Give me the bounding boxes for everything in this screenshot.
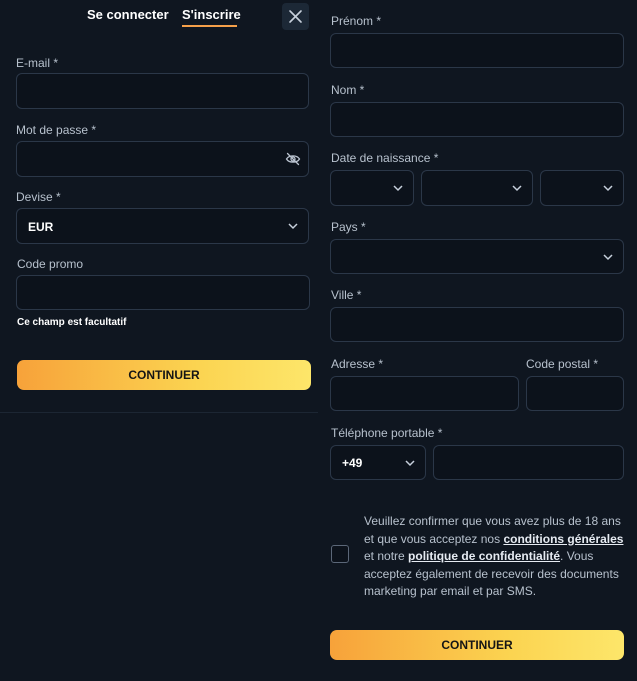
chevron-down-icon: [603, 185, 613, 192]
email-label: E-mail *: [16, 56, 59, 70]
country-select[interactable]: [330, 239, 624, 274]
lastname-label: Nom *: [331, 83, 365, 97]
lastname-field[interactable]: [330, 102, 624, 137]
password-field[interactable]: [16, 141, 309, 177]
birth-year-select[interactable]: [540, 170, 624, 206]
chevron-down-icon: [603, 254, 613, 261]
chevron-down-icon: [288, 223, 298, 230]
phone-label: Téléphone portable *: [331, 426, 443, 440]
continue-button-signup[interactable]: CONTINUER: [330, 630, 624, 660]
phone-prefix-value: +49: [342, 456, 363, 470]
birth-month-select[interactable]: [421, 170, 533, 206]
tab-login[interactable]: Se connecter: [87, 7, 169, 22]
terms-link[interactable]: conditions générales: [503, 532, 623, 546]
firstname-field[interactable]: [330, 33, 624, 68]
chevron-down-icon: [405, 460, 415, 467]
privacy-policy-link[interactable]: politique de confidentialité: [408, 549, 560, 563]
phone-number-field[interactable]: [433, 445, 624, 480]
phone-prefix-select[interactable]: +49: [330, 445, 426, 480]
postal-code-field[interactable]: [526, 376, 624, 411]
city-label: Ville *: [331, 288, 362, 302]
auth-tabs: Se connecter S'inscrire: [0, 0, 318, 40]
tab-signup[interactable]: S'inscrire: [182, 7, 241, 22]
birth-day-select[interactable]: [330, 170, 414, 206]
continue-button[interactable]: CONTINUER: [17, 360, 311, 390]
close-button[interactable]: [282, 3, 309, 30]
eye-off-icon[interactable]: [285, 152, 301, 166]
consent-text-part2: et notre: [364, 549, 409, 563]
address-field[interactable]: [330, 376, 519, 411]
promo-field[interactable]: [16, 275, 310, 310]
birthdate-label: Date de naissance *: [331, 151, 439, 165]
login-signup-panel: Se connecter S'inscrire E-mail * Mot de …: [0, 0, 318, 413]
close-icon: [289, 10, 302, 23]
currency-label: Devise *: [16, 190, 61, 204]
password-label: Mot de passe *: [16, 123, 97, 137]
email-field[interactable]: [16, 73, 309, 109]
promo-label: Code promo: [17, 257, 84, 271]
address-label: Adresse *: [331, 357, 384, 371]
chevron-down-icon: [512, 185, 522, 192]
chevron-down-icon: [393, 185, 403, 192]
consent-text: Veuillez confirmer que vous avez plus de…: [364, 513, 626, 601]
active-tab-indicator: [182, 25, 237, 27]
currency-value: EUR: [28, 220, 54, 234]
firstname-label: Prénom *: [331, 14, 382, 28]
currency-select[interactable]: EUR: [16, 208, 309, 244]
promo-optional-note: Ce champ est facultatif: [17, 317, 127, 328]
country-label: Pays *: [331, 220, 366, 234]
postal-code-label: Code postal *: [526, 357, 599, 371]
consent-checkbox[interactable]: [331, 545, 349, 563]
city-field[interactable]: [330, 307, 624, 342]
